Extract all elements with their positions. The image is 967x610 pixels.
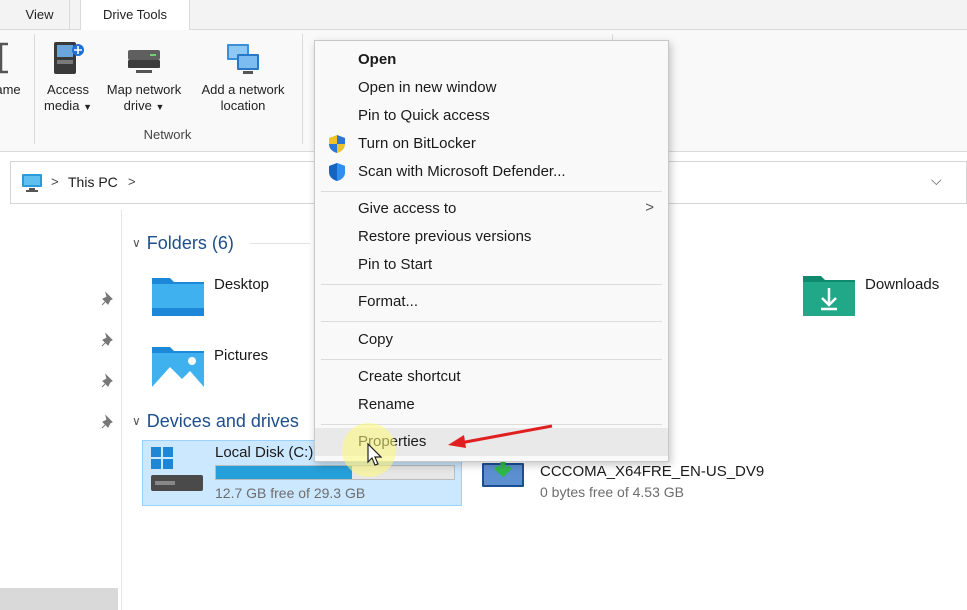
- add-location-label-2: location: [220, 98, 266, 113]
- rename-button[interactable]: ame: [0, 38, 26, 98]
- access-media-label-2: media: [44, 98, 80, 113]
- folder-desktop[interactable]: Desktop: [150, 274, 269, 321]
- menu-item-pin-to-start[interactable]: Pin to Start: [315, 251, 668, 279]
- drive-usage-bar: [215, 465, 455, 480]
- menu-item-defender-scan[interactable]: Scan with Microsoft Defender...: [315, 158, 668, 186]
- folders-section-header[interactable]: ∨ Folders (6): [132, 233, 234, 254]
- network-location-icon: [227, 44, 259, 74]
- breadcrumb-this-pc[interactable]: This PC: [68, 174, 118, 190]
- drive-name: Local Disk (C:): [215, 444, 314, 461]
- breadcrumb-separator[interactable]: >: [128, 174, 136, 189]
- devices-header-label: Devices and drives: [146, 411, 299, 431]
- menu-item-restore-versions[interactable]: Restore previous versions: [315, 223, 668, 251]
- menu-item-rename[interactable]: Rename: [315, 391, 668, 419]
- address-history-chevron-icon[interactable]: ⌵: [931, 172, 942, 189]
- tab-drive-tools[interactable]: Drive Tools: [80, 0, 190, 31]
- menu-item-bitlocker[interactable]: Turn on BitLocker: [315, 130, 668, 158]
- drive-free-space: 0 bytes free of 4.53 GB: [540, 484, 684, 500]
- folder-name: Downloads: [865, 276, 940, 293]
- access-media-label-1: Access: [47, 82, 89, 97]
- ribbon-tab-bar: View Drive Tools: [0, 0, 967, 31]
- defender-shield-icon: [329, 163, 345, 181]
- ribbon-divider: [302, 34, 303, 144]
- downloads-folder-icon: [803, 276, 855, 316]
- map-drive-label-1: Map network: [106, 82, 182, 97]
- mouse-pointer-icon: [367, 442, 383, 466]
- annotation-arrow-icon: [448, 424, 553, 448]
- drive-name: CCCOMA_X64FRE_EN-US_DV9: [540, 463, 765, 480]
- menu-item-format[interactable]: Format...: [315, 288, 668, 316]
- ribbon-divider: [34, 34, 35, 144]
- access-media-label-line2: media ▼: [40, 98, 96, 115]
- collapse-chevron-icon: ∨: [132, 236, 141, 250]
- map-network-drive-icon: [128, 50, 160, 73]
- map-drive-label-2: drive: [123, 98, 152, 113]
- dropdown-caret-icon: ▼: [155, 102, 165, 112]
- menu-separator: [321, 284, 662, 285]
- folder-downloads[interactable]: Downloads: [801, 274, 939, 321]
- drive-free-space: 12.7 GB free of 29.3 GB: [215, 485, 366, 501]
- folders-header-label: Folders (6): [146, 233, 234, 253]
- menu-item-label: Scan with Microsoft Defender...: [358, 163, 566, 180]
- drive-usage-fill: [216, 466, 352, 479]
- windows-drive-icon: [151, 447, 203, 491]
- bitlocker-shield-icon: [329, 135, 345, 153]
- menu-item-pin-quick-access[interactable]: Pin to Quick access: [315, 102, 668, 130]
- map-network-drive-button[interactable]: Map network drive ▼: [98, 38, 190, 115]
- this-pc-icon: [22, 174, 42, 192]
- access-media-icon: [54, 42, 84, 74]
- context-menu: Open Open in new window Pin to Quick acc…: [314, 40, 669, 462]
- pin-icon[interactable]: [100, 291, 116, 307]
- section-divider: [250, 243, 310, 244]
- rename-label: ame: [0, 82, 21, 97]
- menu-item-label: Give access to: [358, 200, 457, 217]
- menu-separator: [321, 359, 662, 360]
- add-location-label-1: Add a network: [201, 82, 285, 97]
- tab-view[interactable]: View: [10, 0, 70, 31]
- network-group-label: Network: [143, 127, 192, 142]
- navigation-pane: [0, 210, 122, 610]
- desktop-folder-icon: [152, 278, 204, 316]
- menu-item-label: Turn on BitLocker: [358, 135, 476, 152]
- breadcrumb-separator[interactable]: >: [51, 174, 59, 189]
- folder-name: Desktop: [214, 276, 270, 293]
- pin-icon[interactable]: [100, 332, 116, 348]
- collapse-chevron-icon: ∨: [132, 414, 141, 428]
- menu-item-create-shortcut[interactable]: Create shortcut: [315, 363, 668, 391]
- folder-name: Pictures: [214, 347, 269, 364]
- menu-separator: [321, 191, 662, 192]
- menu-item-open-new-window[interactable]: Open in new window: [315, 74, 668, 102]
- pin-icon[interactable]: [100, 373, 116, 389]
- menu-separator: [321, 321, 662, 322]
- menu-item-give-access[interactable]: Give access to >: [315, 195, 668, 223]
- folder-pictures[interactable]: Pictures: [150, 345, 268, 392]
- rename-icon: [0, 42, 8, 74]
- pictures-folder-icon: [152, 347, 204, 387]
- dropdown-caret-icon: ▼: [83, 102, 92, 112]
- menu-item-open[interactable]: Open: [315, 46, 668, 74]
- map-drive-label-line2: drive ▼: [98, 98, 190, 115]
- pin-icon[interactable]: [100, 414, 116, 430]
- access-media-button[interactable]: Access media ▼: [40, 38, 96, 115]
- menu-item-copy[interactable]: Copy: [315, 326, 668, 354]
- devices-section-header[interactable]: ∨ Devices and drives: [132, 411, 299, 432]
- add-network-location-button[interactable]: Add a network location: [192, 38, 294, 114]
- submenu-arrow-icon: >: [645, 199, 654, 216]
- nav-pane-scroll-area[interactable]: [0, 588, 118, 610]
